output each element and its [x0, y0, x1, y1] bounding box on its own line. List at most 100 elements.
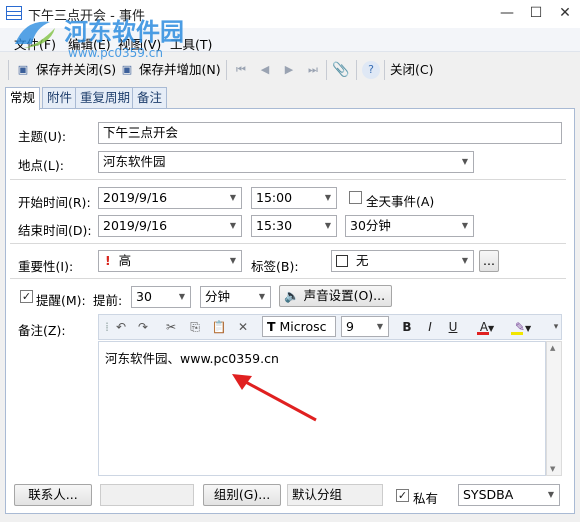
- speaker-icon: 🔈: [284, 288, 300, 303]
- font-size-value: 9: [346, 319, 354, 334]
- chevron-down-icon: ▼: [229, 193, 236, 202]
- font-size-combo[interactable]: 9 ▼: [341, 316, 389, 337]
- divider: [10, 243, 566, 244]
- reminder-label: 提醒(M):: [36, 293, 86, 308]
- all-day-checkbox[interactable]: [349, 191, 362, 204]
- contacts-field[interactable]: [100, 484, 194, 506]
- prev-record-icon[interactable]: ◀: [256, 61, 274, 79]
- group-button[interactable]: 组别(G)...: [203, 484, 281, 506]
- color-swatch-icon: [336, 255, 348, 267]
- end-time-combo[interactable]: 15:30 ▼: [251, 215, 337, 237]
- duration-value: 30分钟: [350, 218, 391, 233]
- group-field[interactable]: 默认分组: [287, 484, 383, 506]
- toolbar-grip: [8, 60, 9, 80]
- font-color-icon[interactable]: A ▼: [474, 318, 500, 336]
- chevron-down-icon: ▼: [461, 221, 468, 230]
- end-time-label: 结束时间(D):: [18, 223, 92, 238]
- subject-label: 主题(U):: [18, 129, 67, 144]
- font-name-value: Microsc: [279, 319, 327, 334]
- scroll-down-icon[interactable]: ▼: [550, 465, 555, 473]
- start-time-label: 开始时间(R):: [18, 195, 91, 210]
- duration-combo[interactable]: 30分钟 ▼: [345, 215, 474, 237]
- toolbar-separator: [226, 60, 227, 80]
- bold-icon[interactable]: B: [398, 318, 416, 336]
- undo-icon[interactable]: ↶: [112, 318, 130, 336]
- minimize-button[interactable]: —: [492, 0, 522, 28]
- ahead-value-combo[interactable]: 30 ▼: [131, 286, 191, 308]
- chevron-down-icon: ▼: [229, 256, 236, 265]
- chevron-down-icon: ▼: [258, 292, 265, 301]
- sound-settings-button[interactable]: 🔈 声音设置(O)...: [279, 285, 392, 307]
- close-window-button[interactable]: ✕: [550, 0, 580, 28]
- start-date-picker[interactable]: 2019/9/16 ▼: [98, 187, 242, 209]
- paste-icon[interactable]: 📋: [210, 318, 228, 336]
- subject-input[interactable]: 下午三点开会: [98, 122, 562, 144]
- font-name-combo[interactable]: T Microsc: [262, 316, 336, 337]
- importance-combo[interactable]: ! 高 ▼: [98, 250, 242, 272]
- maximize-button[interactable]: ☐: [521, 0, 551, 28]
- toolbar-grip: ⁞: [105, 320, 109, 334]
- save-add-button[interactable]: 保存并增加(N): [139, 60, 221, 81]
- last-record-icon[interactable]: ⏭: [304, 61, 322, 79]
- chevron-down-icon: ▼: [324, 221, 331, 230]
- tag-more-button[interactable]: ...: [479, 250, 499, 272]
- toolbar-overflow-icon[interactable]: ▾: [551, 318, 561, 336]
- sound-settings-label: 声音设置(O)...: [303, 288, 386, 303]
- importance-value: 高: [118, 253, 132, 268]
- help-icon[interactable]: ?: [362, 61, 380, 79]
- tab-general[interactable]: 常规: [5, 87, 41, 110]
- all-day-label: 全天事件(A): [366, 194, 435, 209]
- notes-text: 河东软件园、www.pc0359.cn: [105, 351, 279, 366]
- toolbar-separator: [356, 60, 357, 80]
- notes-scrollbar[interactable]: ▲ ▼: [546, 341, 562, 476]
- location-combo[interactable]: 河东软件园 ▼: [98, 151, 474, 173]
- save-add-icon: ▣: [121, 63, 133, 76]
- owner-value: SYSDBA: [463, 487, 514, 502]
- save-close-icon: ▣: [17, 63, 29, 76]
- tag-combo[interactable]: 无 ▼: [331, 250, 474, 272]
- window-title: 下午三点开会 - 事件: [28, 9, 145, 24]
- highlight-icon[interactable]: ✎ ▼: [508, 318, 538, 336]
- annotation-arrow-icon: [232, 374, 317, 422]
- tag-label: 标签(B):: [251, 259, 299, 274]
- importance-label: 重要性(I):: [18, 259, 74, 274]
- contacts-button[interactable]: 联系人...: [14, 484, 92, 506]
- attachment-icon[interactable]: 📎: [332, 61, 350, 79]
- menu-edit[interactable]: 编辑(E): [68, 34, 111, 53]
- end-time-value: 15:30: [256, 218, 293, 233]
- calendar-icon: [6, 6, 22, 20]
- chevron-down-icon: ▼: [376, 322, 383, 331]
- chevron-down-icon: ▼: [324, 193, 331, 202]
- tab-recurrence[interactable]: 重复周期: [75, 87, 136, 109]
- tag-value: 无: [355, 253, 369, 268]
- cut-icon[interactable]: ✂: [162, 318, 180, 336]
- private-label: 私有: [413, 491, 439, 506]
- private-checkbox[interactable]: ✓: [396, 489, 409, 502]
- scroll-up-icon[interactable]: ▲: [550, 344, 555, 352]
- redo-icon[interactable]: ↷: [134, 318, 152, 336]
- underline-icon[interactable]: U: [444, 318, 462, 336]
- next-record-icon[interactable]: ▶: [280, 61, 298, 79]
- end-date-value: 2019/9/16: [103, 218, 168, 233]
- end-date-picker[interactable]: 2019/9/16 ▼: [98, 215, 242, 237]
- owner-combo[interactable]: SYSDBA ▼: [458, 484, 560, 506]
- delete-icon[interactable]: ✕: [234, 318, 252, 336]
- reminder-checkbox[interactable]: ✓: [20, 290, 33, 303]
- italic-icon[interactable]: I: [421, 318, 439, 336]
- ahead-unit-combo[interactable]: 分钟 ▼: [200, 286, 271, 308]
- tab-notes[interactable]: 备注: [132, 87, 168, 109]
- menu-tools[interactable]: 工具(T): [170, 34, 212, 53]
- divider: [10, 278, 566, 279]
- notes-label: 备注(Z):: [18, 323, 66, 338]
- menu-file[interactable]: 文件(F): [14, 34, 56, 53]
- copy-icon[interactable]: ⎘: [186, 318, 204, 336]
- first-record-icon[interactable]: ⏮: [232, 61, 250, 79]
- tab-attachments[interactable]: 附件: [42, 87, 78, 109]
- save-close-button[interactable]: 保存并关闭(S): [36, 60, 116, 81]
- start-time-combo[interactable]: 15:00 ▼: [251, 187, 337, 209]
- close-button[interactable]: 关闭(C): [390, 60, 433, 81]
- chevron-down-icon: ▼: [461, 256, 468, 265]
- menu-view[interactable]: 视图(V): [118, 34, 161, 53]
- location-label: 地点(L):: [18, 158, 64, 173]
- ahead-unit: 分钟: [205, 289, 231, 304]
